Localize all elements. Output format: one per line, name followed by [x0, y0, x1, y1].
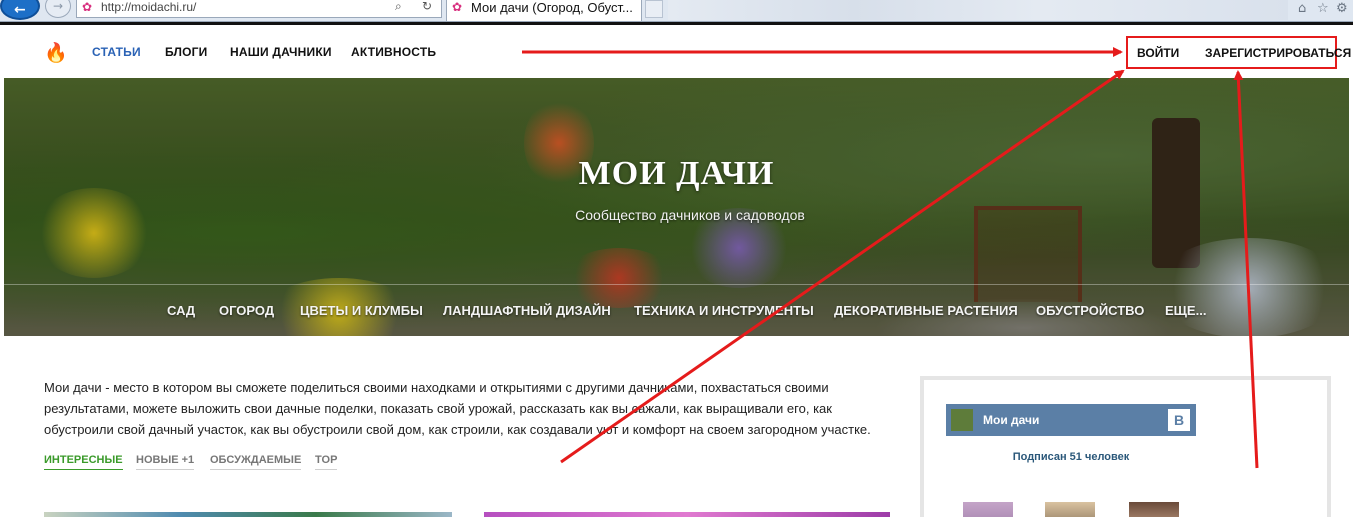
group-name[interactable]: Мои дачи	[983, 413, 1039, 427]
filter-new[interactable]: НОВЫЕ +1	[136, 454, 195, 470]
vk-widget-header[interactable]: Мои дачи B	[946, 404, 1196, 436]
category-decorative[interactable]: ДЕКОРАТИВНЫЕ РАСТЕНИЯ	[834, 303, 1018, 318]
hero-title: МОИ ДАЧИ	[578, 155, 775, 192]
home-icon[interactable]: ⌂	[1298, 1, 1306, 16]
hero-banner: МОИ ДАЧИ Сообщество дачников и садоводов…	[4, 78, 1349, 336]
register-link[interactable]: ЗАРЕГИСТРИРОВАТЬСЯ	[1205, 46, 1351, 60]
category-flowers[interactable]: ЦВЕТЫ И КЛУМБЫ	[300, 303, 423, 318]
address-url[interactable]: http://moidachi.ru/	[101, 0, 196, 14]
filter-discussed[interactable]: ОБСУЖДАЕМЫЕ	[210, 454, 302, 470]
vk-community-widget: Мои дачи B Подписан 51 человек	[920, 376, 1331, 517]
subscriber-count: Подписан 51 человек	[1012, 451, 1130, 463]
favorites-star-icon[interactable]: ☆	[1317, 1, 1329, 16]
group-avatar	[951, 409, 973, 431]
hero-divider	[4, 284, 1349, 285]
nav-item-articles[interactable]: СТАТЬИ	[92, 45, 141, 59]
forward-arrow-icon: →	[53, 0, 64, 13]
nav-item-activity[interactable]: АКТИВНОСТЬ	[351, 45, 436, 59]
article-thumbnail[interactable]	[44, 512, 452, 517]
search-icon[interactable]: ⌕	[395, 0, 402, 14]
category-more[interactable]: ЕЩЕ...	[1165, 303, 1206, 318]
auth-box-highlight: ВОЙТИ ЗАРЕГИСТРИРОВАТЬСЯ	[1126, 36, 1351, 69]
filter-top[interactable]: TOP	[315, 454, 338, 470]
tab-favicon-icon: ✿	[452, 0, 463, 14]
fire-logo-icon[interactable]: 🔥	[44, 41, 68, 64]
nav-item-blogs[interactable]: БЛОГИ	[165, 45, 208, 59]
member-avatar[interactable]	[1045, 502, 1095, 517]
category-tools[interactable]: ТЕХНИКА И ИНСТРУМЕНТЫ	[634, 303, 814, 318]
hero-subtitle: Сообщество дачников и садоводов	[575, 207, 805, 223]
refresh-icon[interactable]: ↻	[422, 0, 432, 13]
site-favicon-icon: ✿	[82, 0, 93, 14]
back-button[interactable]: ←	[0, 0, 40, 20]
browser-tab-active[interactable]: ✿ Мои дачи (Огород, Обуст...	[446, 0, 642, 21]
favorites-bar	[668, 0, 1288, 20]
nav-item-gardeners[interactable]: НАШИ ДАЧНИКИ	[230, 45, 332, 59]
filter-interesting[interactable]: ИНТЕРЕСНЫЕ	[44, 454, 123, 470]
member-avatar[interactable]	[963, 502, 1013, 517]
settings-gear-icon[interactable]: ⚙	[1336, 1, 1348, 16]
site-header: 🔥 СТАТЬИ БЛОГИ НАШИ ДАЧНИКИ АКТИВНОСТЬ В…	[0, 25, 1353, 78]
tab-title: Мои дачи (Огород, Обуст...	[471, 0, 633, 15]
article-thumbnail[interactable]	[484, 512, 890, 517]
address-bar[interactable]: ✿ http://moidachi.ru/ ⌕ ↻	[76, 0, 442, 18]
back-arrow-icon: ←	[14, 2, 26, 18]
category-vegetable-garden[interactable]: ОГОРОД	[219, 303, 274, 318]
forward-button[interactable]: →	[45, 0, 71, 18]
category-landscape[interactable]: ЛАНДШАФТНЫЙ ДИЗАЙН	[443, 303, 611, 318]
member-avatar[interactable]	[1129, 502, 1179, 517]
category-arrangement[interactable]: ОБУСТРОЙСТВО	[1036, 303, 1144, 318]
category-garden[interactable]: САД	[167, 303, 195, 318]
vk-logo-icon[interactable]: B	[1168, 409, 1190, 431]
new-tab-button[interactable]	[645, 0, 663, 18]
login-link[interactable]: ВОЙТИ	[1137, 46, 1179, 60]
intro-text: Мои дачи - место в котором вы сможете по…	[44, 380, 871, 437]
browser-toolbar: ← → ✿ http://moidachi.ru/ ⌕ ↻ ✿ Мои дачи…	[0, 0, 1353, 22]
